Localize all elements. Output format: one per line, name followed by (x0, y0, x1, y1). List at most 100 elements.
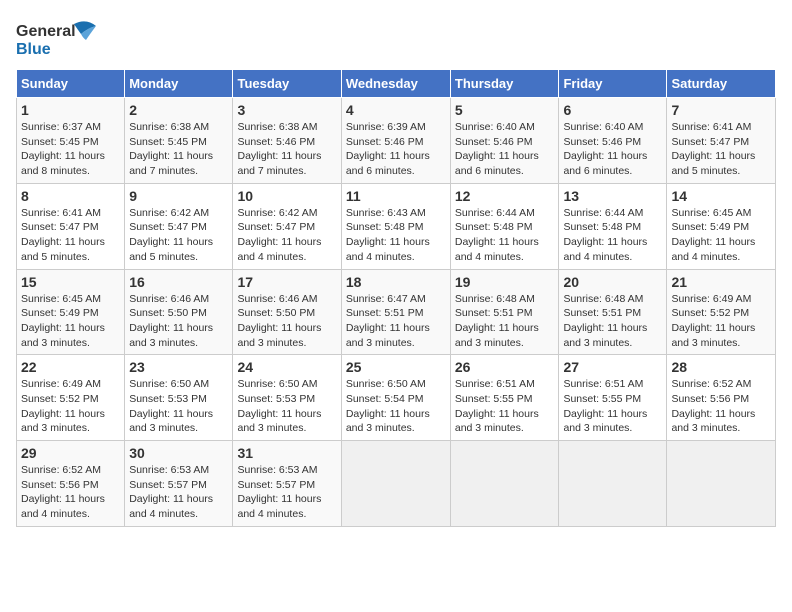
day-number: 6 (563, 102, 662, 118)
day-number: 19 (455, 274, 555, 290)
calendar-cell: 29 Sunrise: 6:52 AMSunset: 5:56 PMDayligh… (17, 441, 125, 527)
day-number: 15 (21, 274, 120, 290)
day-number: 10 (237, 188, 336, 204)
calendar-cell: 25 Sunrise: 6:50 AMSunset: 5:54 PMDayligh… (341, 355, 450, 441)
day-info: Sunrise: 6:38 AMSunset: 5:46 PMDaylight:… (237, 120, 336, 179)
calendar-cell (667, 441, 776, 527)
day-number: 13 (563, 188, 662, 204)
calendar-cell (341, 441, 450, 527)
col-header-friday: Friday (559, 70, 667, 98)
day-number: 16 (129, 274, 228, 290)
day-number: 5 (455, 102, 555, 118)
day-info: Sunrise: 6:50 AMSunset: 5:53 PMDaylight:… (129, 377, 228, 436)
day-number: 29 (21, 445, 120, 461)
calendar-cell: 13 Sunrise: 6:44 AMSunset: 5:48 PMDayligh… (559, 183, 667, 269)
col-header-thursday: Thursday (450, 70, 559, 98)
col-header-sunday: Sunday (17, 70, 125, 98)
calendar-cell: 22 Sunrise: 6:49 AMSunset: 5:52 PMDayligh… (17, 355, 125, 441)
day-number: 27 (563, 359, 662, 375)
day-info: Sunrise: 6:41 AMSunset: 5:47 PMDaylight:… (21, 206, 120, 265)
day-info: Sunrise: 6:46 AMSunset: 5:50 PMDaylight:… (129, 292, 228, 351)
calendar-cell: 1 Sunrise: 6:37 AMSunset: 5:45 PMDaylight… (17, 98, 125, 184)
calendar-cell: 26 Sunrise: 6:51 AMSunset: 5:55 PMDayligh… (450, 355, 559, 441)
day-number: 26 (455, 359, 555, 375)
day-info: Sunrise: 6:51 AMSunset: 5:55 PMDaylight:… (563, 377, 662, 436)
day-number: 3 (237, 102, 336, 118)
calendar-cell: 18 Sunrise: 6:47 AMSunset: 5:51 PMDayligh… (341, 269, 450, 355)
calendar-cell: 31Sunrise: 6:53 AMSunset: 5:57 PMDayligh… (233, 441, 341, 527)
day-info: Sunrise: 6:42 AMSunset: 5:47 PMDaylight:… (237, 206, 336, 265)
day-info: Sunrise: 6:45 AMSunset: 5:49 PMDaylight:… (21, 292, 120, 351)
calendar-cell: 8 Sunrise: 6:41 AMSunset: 5:47 PMDaylight… (17, 183, 125, 269)
calendar-cell: 27 Sunrise: 6:51 AMSunset: 5:55 PMDayligh… (559, 355, 667, 441)
calendar-cell: 24 Sunrise: 6:50 AMSunset: 5:53 PMDayligh… (233, 355, 341, 441)
day-number: 12 (455, 188, 555, 204)
calendar-cell: 20Sunrise: 6:48 AMSunset: 5:51 PMDayligh… (559, 269, 667, 355)
calendar-week-3: 15 Sunrise: 6:45 AMSunset: 5:49 PMDayligh… (17, 269, 776, 355)
calendar-table: SundayMondayTuesdayWednesdayThursdayFrid… (16, 69, 776, 527)
day-number: 23 (129, 359, 228, 375)
day-number: 2 (129, 102, 228, 118)
day-number: 22 (21, 359, 120, 375)
calendar-cell: 6Sunrise: 6:40 AMSunset: 5:46 PMDaylight… (559, 98, 667, 184)
logo: General Blue (16, 16, 106, 61)
day-info: Sunrise: 6:49 AMSunset: 5:52 PMDaylight:… (21, 377, 120, 436)
day-number: 17 (237, 274, 336, 290)
calendar-cell: 5 Sunrise: 6:40 AMSunset: 5:46 PMDaylight… (450, 98, 559, 184)
day-info: Sunrise: 6:44 AMSunset: 5:48 PMDaylight:… (455, 206, 555, 265)
day-number: 14 (671, 188, 771, 204)
day-info: Sunrise: 6:37 AMSunset: 5:45 PMDaylight:… (21, 120, 120, 179)
calendar-cell: 4Sunrise: 6:39 AMSunset: 5:46 PMDaylight… (341, 98, 450, 184)
calendar-cell (559, 441, 667, 527)
day-info: Sunrise: 6:42 AMSunset: 5:47 PMDaylight:… (129, 206, 228, 265)
svg-text:General: General (16, 23, 76, 40)
calendar-cell: 23 Sunrise: 6:50 AMSunset: 5:53 PMDayligh… (125, 355, 233, 441)
day-number: 11 (346, 188, 446, 204)
day-info: Sunrise: 6:46 AMSunset: 5:50 PMDaylight:… (237, 292, 336, 351)
col-header-monday: Monday (125, 70, 233, 98)
col-header-tuesday: Tuesday (233, 70, 341, 98)
calendar-cell: 12 Sunrise: 6:44 AMSunset: 5:48 PMDayligh… (450, 183, 559, 269)
calendar-week-2: 8 Sunrise: 6:41 AMSunset: 5:47 PMDaylight… (17, 183, 776, 269)
page-header: General Blue (16, 16, 776, 61)
calendar-cell (450, 441, 559, 527)
calendar-cell: 3 Sunrise: 6:38 AMSunset: 5:46 PMDaylight… (233, 98, 341, 184)
day-number: 7 (671, 102, 771, 118)
day-info: Sunrise: 6:50 AMSunset: 5:53 PMDaylight:… (237, 377, 336, 436)
day-number: 21 (671, 274, 771, 290)
calendar-cell: 11Sunrise: 6:43 AMSunset: 5:48 PMDayligh… (341, 183, 450, 269)
day-info: Sunrise: 6:47 AMSunset: 5:51 PMDaylight:… (346, 292, 446, 351)
calendar-week-5: 29 Sunrise: 6:52 AMSunset: 5:56 PMDayligh… (17, 441, 776, 527)
day-info: Sunrise: 6:41 AMSunset: 5:47 PMDaylight:… (671, 120, 771, 179)
day-info: Sunrise: 6:51 AMSunset: 5:55 PMDaylight:… (455, 377, 555, 436)
logo-svg: General Blue (16, 16, 106, 61)
day-info: Sunrise: 6:53 AMSunset: 5:57 PMDaylight:… (237, 463, 336, 522)
calendar-cell: 21Sunrise: 6:49 AMSunset: 5:52 PMDayligh… (667, 269, 776, 355)
day-number: 25 (346, 359, 446, 375)
day-info: Sunrise: 6:53 AMSunset: 5:57 PMDaylight:… (129, 463, 228, 522)
day-number: 28 (671, 359, 771, 375)
day-info: Sunrise: 6:48 AMSunset: 5:51 PMDaylight:… (455, 292, 555, 351)
day-number: 1 (21, 102, 120, 118)
day-number: 8 (21, 188, 120, 204)
day-number: 24 (237, 359, 336, 375)
calendar-cell: 15 Sunrise: 6:45 AMSunset: 5:49 PMDayligh… (17, 269, 125, 355)
calendar-cell: 28 Sunrise: 6:52 AMSunset: 5:56 PMDayligh… (667, 355, 776, 441)
calendar-cell: 17 Sunrise: 6:46 AMSunset: 5:50 PMDayligh… (233, 269, 341, 355)
day-info: Sunrise: 6:38 AMSunset: 5:45 PMDaylight:… (129, 120, 228, 179)
day-number: 18 (346, 274, 446, 290)
day-number: 30 (129, 445, 228, 461)
day-info: Sunrise: 6:52 AMSunset: 5:56 PMDaylight:… (671, 377, 771, 436)
col-header-saturday: Saturday (667, 70, 776, 98)
day-info: Sunrise: 6:44 AMSunset: 5:48 PMDaylight:… (563, 206, 662, 265)
col-header-wednesday: Wednesday (341, 70, 450, 98)
day-info: Sunrise: 6:40 AMSunset: 5:46 PMDaylight:… (455, 120, 555, 179)
day-info: Sunrise: 6:52 AMSunset: 5:56 PMDaylight:… (21, 463, 120, 522)
calendar-header-row: SundayMondayTuesdayWednesdayThursdayFrid… (17, 70, 776, 98)
calendar-week-1: 1 Sunrise: 6:37 AMSunset: 5:45 PMDaylight… (17, 98, 776, 184)
calendar-cell: 30 Sunrise: 6:53 AMSunset: 5:57 PMDayligh… (125, 441, 233, 527)
calendar-cell: 9Sunrise: 6:42 AMSunset: 5:47 PMDaylight… (125, 183, 233, 269)
day-number: 20 (563, 274, 662, 290)
day-info: Sunrise: 6:50 AMSunset: 5:54 PMDaylight:… (346, 377, 446, 436)
calendar-cell: 14Sunrise: 6:45 AMSunset: 5:49 PMDayligh… (667, 183, 776, 269)
